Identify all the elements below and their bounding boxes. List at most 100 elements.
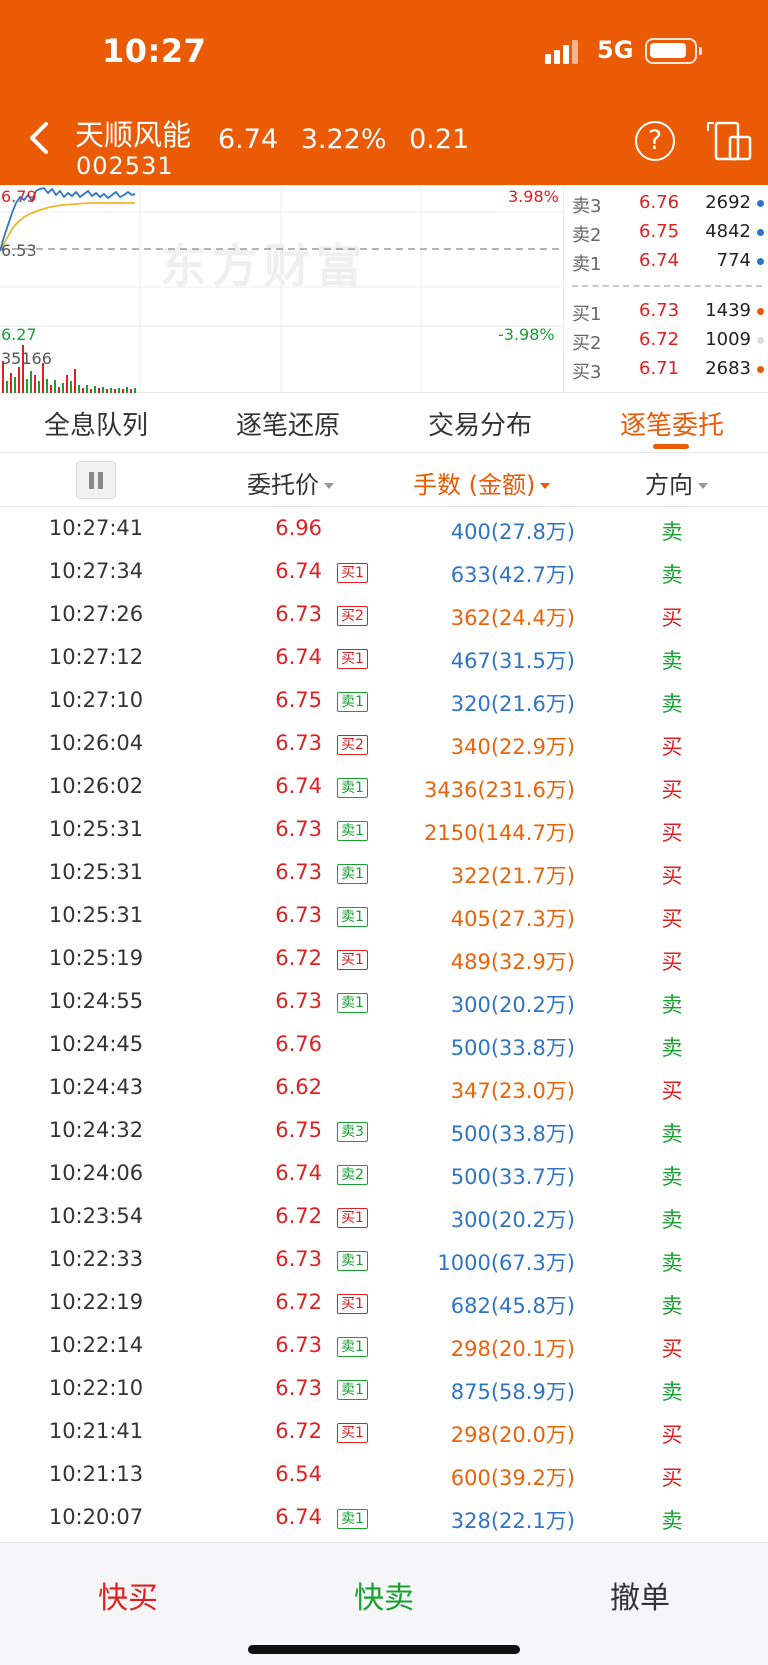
row-volume: 320(21.6万) <box>450 692 575 716</box>
caret-down-icon <box>698 483 708 489</box>
direction-header-label: 方向 <box>645 471 693 499</box>
row-volume: 300(20.2万) <box>450 1208 575 1232</box>
row-direction: 买 <box>661 950 683 974</box>
table-row: 10:27:41 6.96 400(27.8万) 卖 <box>0 507 768 550</box>
row-level-tag: 买1 <box>337 649 368 669</box>
ask-row: 卖3 6.76 2692 <box>564 189 768 217</box>
row-volume: 600(39.2万) <box>450 1466 575 1490</box>
bid-dot <box>757 366 764 373</box>
row-time: 10:25:31 <box>48 817 144 841</box>
row-direction: 买 <box>661 735 683 759</box>
row-volume: 2150(144.7万) <box>424 821 575 845</box>
bid-row: 买2 6.72 1009 <box>564 326 768 354</box>
tab-full-queue[interactable]: 全息队列 <box>0 405 192 442</box>
table-row: 10:24:43 6.62 347(23.0万) 买 <box>0 1066 768 1109</box>
table-row: 10:24:55 6.73 卖1 300(20.2万) 卖 <box>0 980 768 1023</box>
column-header: 委托价 手数 (金额) 方向 <box>0 453 768 507</box>
row-level-tag: 买1 <box>337 1294 368 1314</box>
row-direction: 买 <box>661 907 683 931</box>
row-price: 6.73 <box>275 602 322 626</box>
ask-qty: 4842 <box>705 221 751 242</box>
quick-buy-button[interactable]: 快买 <box>0 1573 256 1617</box>
bid-dot <box>757 308 764 315</box>
row-level-tag: 卖1 <box>337 778 368 798</box>
table-row: 10:25:19 6.72 买1 489(32.9万) 买 <box>0 937 768 980</box>
row-volume: 500(33.7万) <box>450 1165 575 1189</box>
signal-icon <box>545 38 585 64</box>
row-level-tag: 卖1 <box>337 692 368 712</box>
chart-volume: 35166 <box>1 349 52 368</box>
order-book[interactable]: 卖3 6.76 2692 卖2 6.75 4842 卖1 6.74 774 买1… <box>563 185 768 393</box>
row-time: 10:20:07 <box>48 1505 144 1529</box>
row-price: 6.54 <box>275 1462 322 1486</box>
row-volume: 300(20.2万) <box>450 993 575 1017</box>
stock-code: 002531 <box>76 152 174 180</box>
bid-price: 6.72 <box>639 329 680 350</box>
change-percent: 3.22% <box>300 124 387 155</box>
row-volume: 298(20.1万) <box>450 1337 575 1361</box>
landscape-toggle-icon[interactable] <box>706 121 752 163</box>
row-direction: 卖 <box>661 1294 683 1318</box>
row-time: 10:27:10 <box>48 688 144 712</box>
detail-tabs: 全息队列 逐笔还原 交易分布 逐笔委托 <box>0 393 768 453</box>
bid-qty: 2683 <box>705 358 751 379</box>
row-time: 10:24:45 <box>48 1032 144 1056</box>
row-level-tag: 卖1 <box>337 1251 368 1271</box>
tab-tick-restore[interactable]: 逐笔还原 <box>192 405 384 442</box>
bid-dot <box>757 337 764 344</box>
quick-sell-button[interactable]: 快卖 <box>256 1573 512 1617</box>
bid-level: 买3 <box>572 362 602 383</box>
row-time: 10:27:34 <box>48 559 144 583</box>
row-direction: 买 <box>661 864 683 888</box>
row-volume: 875(58.9万) <box>450 1380 575 1404</box>
row-volume: 467(31.5万) <box>450 649 575 673</box>
ask-dot <box>757 200 764 207</box>
row-price: 6.74 <box>275 559 322 583</box>
row-direction: 卖 <box>661 563 683 587</box>
ask-dot <box>757 258 764 265</box>
ask-qty: 2692 <box>705 192 751 213</box>
tab-trade-distribution[interactable]: 交易分布 <box>384 405 576 442</box>
sort-direction-header[interactable]: 方向 <box>645 465 708 500</box>
row-time: 10:27:26 <box>48 602 144 626</box>
row-price: 6.96 <box>275 516 322 540</box>
row-volume: 682(45.8万) <box>450 1294 575 1318</box>
pause-button[interactable] <box>76 461 116 499</box>
row-direction: 卖 <box>661 1208 683 1232</box>
stock-name: 天顺风能 <box>75 118 192 152</box>
row-volume: 340(22.9万) <box>450 735 575 759</box>
table-row: 10:24:32 6.75 卖3 500(33.8万) 卖 <box>0 1109 768 1152</box>
intraday-chart[interactable] <box>0 185 562 393</box>
row-price: 6.74 <box>275 1161 322 1185</box>
row-level-tag: 卖1 <box>337 1337 368 1357</box>
row-price: 6.73 <box>275 860 322 884</box>
active-tab-indicator <box>653 444 689 449</box>
order-list[interactable]: 10:27:41 6.96 400(27.8万) 卖 10:27:34 6.74 买1 633… <box>0 507 768 1542</box>
row-direction: 卖 <box>661 1251 683 1275</box>
bid-price: 6.73 <box>639 300 680 321</box>
row-level-tag: 买2 <box>337 606 368 626</box>
table-row: 10:27:34 6.74 买1 633(42.7万) 卖 <box>0 550 768 593</box>
bottom-action-bar: 快买 快卖 撤单 <box>0 1542 768 1665</box>
row-price: 6.74 <box>275 645 322 669</box>
back-icon[interactable] <box>22 118 62 158</box>
row-time: 10:27:12 <box>48 645 144 669</box>
row-time: 10:22:33 <box>48 1247 144 1271</box>
sort-volume-header[interactable]: 手数 (金额) <box>413 465 551 500</box>
ask-qty: 774 <box>716 250 751 271</box>
help-icon[interactable]: ? <box>635 121 675 161</box>
price-header-label: 委托价 <box>247 471 319 499</box>
sort-price-header[interactable]: 委托价 <box>247 465 334 500</box>
row-direction: 买 <box>661 1466 683 1490</box>
row-direction: 卖 <box>661 649 683 673</box>
table-row: 10:27:26 6.73 买2 362(24.4万) 买 <box>0 593 768 636</box>
tab-tick-orders[interactable]: 逐笔委托 <box>576 405 768 442</box>
row-volume: 298(20.0万) <box>450 1423 575 1447</box>
row-price: 6.73 <box>275 989 322 1013</box>
cancel-order-button[interactable]: 撤单 <box>512 1573 768 1617</box>
row-level-tag: 卖1 <box>337 864 368 884</box>
table-row: 10:22:14 6.73 卖1 298(20.1万) 买 <box>0 1324 768 1367</box>
row-direction: 卖 <box>661 1380 683 1404</box>
row-volume: 322(21.7万) <box>450 864 575 888</box>
row-price: 6.72 <box>275 1419 322 1443</box>
